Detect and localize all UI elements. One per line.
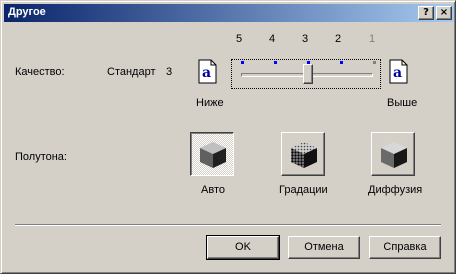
halftone-diffusion-label: Диффузия	[368, 184, 423, 196]
ok-button[interactable]: OK	[206, 235, 280, 260]
cancel-button[interactable]: Отмена	[288, 236, 360, 259]
high-quality-label: Выше	[387, 97, 418, 109]
close-button[interactable]: ×	[436, 6, 452, 20]
scale-label-1: 1	[369, 33, 376, 45]
scale-label-2: 2	[335, 33, 342, 45]
window-title: Другое	[8, 6, 46, 18]
tick-mark	[241, 61, 244, 64]
low-quality-label: Ниже	[196, 97, 224, 109]
halftone-auto-label: Авто	[201, 184, 225, 196]
cube-auto-icon	[200, 142, 226, 168]
halftone-diffusion-button[interactable]	[371, 132, 415, 176]
tick-mark	[373, 61, 376, 64]
scale-label-3: 3	[302, 33, 309, 45]
halftone-gradations-label: Градации	[279, 184, 328, 196]
halftone-auto-button[interactable]	[190, 132, 234, 176]
svg-text:a: a	[202, 65, 211, 81]
tick-mark	[274, 61, 277, 64]
quality-label: Качество:	[15, 66, 65, 78]
halftone-label: Полутона:	[15, 151, 67, 163]
quality-current-name: Стандарт	[107, 66, 156, 78]
low-quality-page-icon: a	[198, 59, 218, 84]
separator-line	[15, 224, 441, 226]
help-title-button[interactable]: ?	[418, 6, 434, 20]
high-quality-page-icon: a	[389, 59, 409, 84]
cube-gradations-icon	[291, 142, 317, 168]
help-button[interactable]: Справка	[369, 236, 441, 259]
tick-mark	[340, 61, 343, 64]
title-bar[interactable]: Другое ? ×	[4, 4, 454, 22]
quality-current-value: 3	[166, 66, 173, 78]
scale-label-5: 5	[236, 33, 243, 45]
svg-text:a: a	[393, 65, 402, 81]
quality-slider-thumb[interactable]	[303, 64, 313, 84]
cube-diffusion-icon	[381, 142, 407, 168]
scale-label-4: 4	[269, 33, 276, 45]
dialog-window: Другое ? × Качество: Стандарт 3 5 4 3 2 …	[0, 0, 456, 274]
halftone-gradations-button[interactable]	[281, 132, 325, 176]
